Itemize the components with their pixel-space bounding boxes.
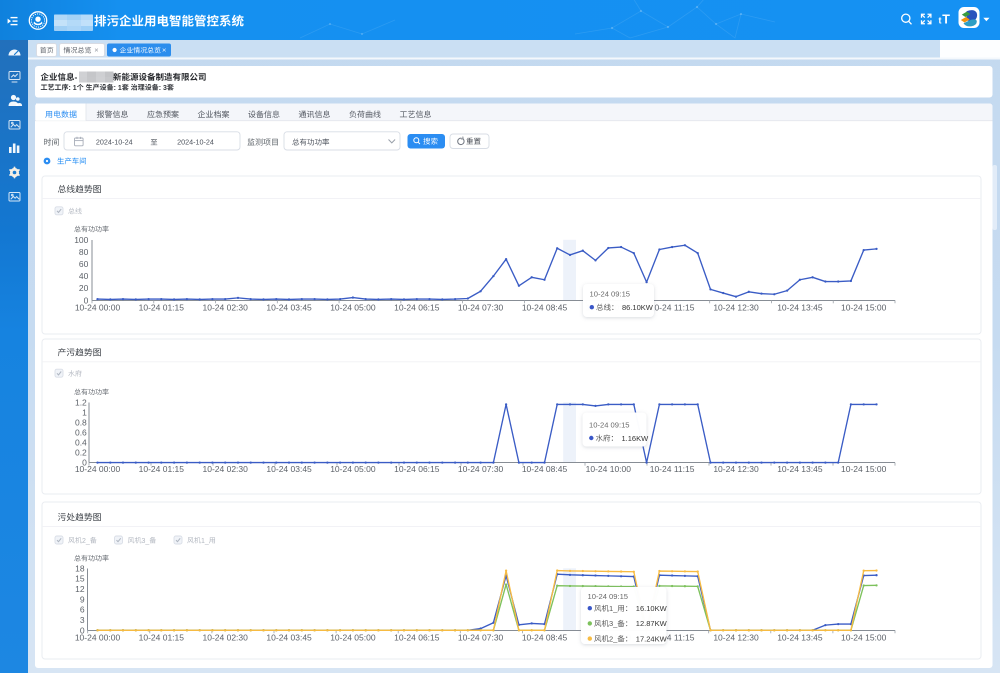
svg-text:10-24 15:00: 10-24 15:00: [841, 464, 887, 474]
svg-text:10-24 13:45: 10-24 13:45: [777, 464, 823, 474]
svg-text:0.4: 0.4: [75, 438, 87, 448]
svg-text:: 1: : 1: [114, 85, 122, 92]
svg-text:10-24 12:30: 10-24 12:30: [713, 632, 759, 642]
svg-text:10-24 06:15: 10-24 06:15: [394, 303, 440, 313]
svg-text:0.8: 0.8: [75, 418, 87, 428]
svg-text:18: 18: [75, 563, 85, 573]
svg-text:10-24 11:15: 10-24 11:15: [650, 303, 695, 313]
svg-text:10-24 12:30: 10-24 12:30: [713, 303, 759, 313]
svg-text:: 3: : 3: [159, 85, 167, 92]
svg-text:10-24 07:30: 10-24 07:30: [458, 303, 504, 313]
svg-text:10-24 09:15: 10-24 09:15: [589, 420, 630, 429]
svg-text:2_: 2_: [82, 538, 90, 545]
svg-text:10-24 02:30: 10-24 02:30: [203, 303, 249, 313]
svg-text:86.10KW: 86.10KW: [622, 303, 654, 312]
svg-text:10-24 00:00: 10-24 00:00: [75, 632, 121, 642]
svg-text:1.2: 1.2: [75, 397, 87, 407]
svg-text:10-24 00:00: 10-24 00:00: [75, 464, 121, 474]
svg-text:60: 60: [79, 259, 89, 269]
svg-text:10-24 08:45: 10-24 08:45: [522, 464, 568, 474]
svg-text:3_: 3_: [142, 538, 150, 545]
svg-text:10-24 07:30: 10-24 07:30: [458, 632, 504, 642]
svg-text:10-24 08:45: 10-24 08:45: [522, 632, 568, 642]
svg-text:10-24 08:45: 10-24 08:45: [522, 303, 568, 313]
svg-text:10-24 13:45: 10-24 13:45: [777, 632, 823, 642]
svg-text:10-24 02:30: 10-24 02:30: [203, 464, 249, 474]
svg-text:80: 80: [79, 247, 89, 257]
svg-text:10-24 12:30: 10-24 12:30: [713, 464, 759, 474]
svg-text:10-24 00:00: 10-24 00:00: [75, 303, 121, 313]
svg-text:10-24 01:15: 10-24 01:15: [139, 632, 185, 642]
svg-text:10-24 06:15: 10-24 06:15: [394, 464, 440, 474]
svg-text:T: T: [942, 13, 950, 27]
svg-text:40: 40: [79, 271, 89, 281]
svg-text:10-24 15:00: 10-24 15:00: [841, 303, 887, 313]
svg-text:15: 15: [75, 574, 85, 584]
svg-text:t: t: [939, 16, 942, 26]
svg-text:1_: 1_: [609, 604, 618, 613]
svg-text:10-24 11:15: 10-24 11:15: [650, 464, 695, 474]
svg-text:10-24 03:45: 10-24 03:45: [266, 632, 312, 642]
svg-text:3: 3: [80, 615, 85, 625]
svg-text:1.16KW: 1.16KW: [622, 434, 650, 443]
svg-text:10-24 09:15: 10-24 09:15: [588, 592, 629, 601]
svg-text:2_: 2_: [609, 634, 618, 643]
svg-text:3_: 3_: [609, 619, 618, 628]
svg-text:10-24 05:00: 10-24 05:00: [330, 303, 376, 313]
svg-text:×: ×: [162, 46, 166, 55]
svg-text:×: ×: [94, 46, 98, 55]
svg-text:9: 9: [80, 594, 85, 604]
svg-text:12.87KW: 12.87KW: [636, 619, 668, 628]
svg-text:0.2: 0.2: [75, 448, 87, 458]
svg-text:0.6: 0.6: [75, 428, 87, 438]
svg-text:1_: 1_: [201, 538, 209, 545]
svg-text:6: 6: [80, 605, 85, 615]
svg-text:17.24KW: 17.24KW: [636, 634, 668, 643]
svg-text:2024-10-24: 2024-10-24: [177, 138, 214, 147]
svg-text:10-24 03:45: 10-24 03:45: [266, 303, 312, 313]
svg-text:10-24 01:15: 10-24 01:15: [139, 464, 185, 474]
svg-text:1: 1: [82, 407, 87, 417]
svg-text:-: -: [75, 72, 78, 82]
svg-text:10-24 05:00: 10-24 05:00: [330, 632, 376, 642]
svg-text:10-24 10:00: 10-24 10:00: [586, 464, 632, 474]
svg-text:20: 20: [79, 283, 89, 293]
svg-text:12: 12: [75, 584, 85, 594]
svg-text:10-24 07:30: 10-24 07:30: [458, 464, 504, 474]
svg-text:10-24 02:30: 10-24 02:30: [203, 632, 249, 642]
svg-text:100: 100: [74, 235, 88, 245]
svg-text:10-24 01:15: 10-24 01:15: [139, 303, 185, 313]
svg-text:: 1: : 1: [69, 85, 77, 92]
svg-text:10-24 13:45: 10-24 13:45: [777, 303, 823, 313]
svg-text:2024-10-24: 2024-10-24: [96, 138, 133, 147]
svg-text:10-24 03:45: 10-24 03:45: [266, 464, 312, 474]
svg-text:10-24 15:00: 10-24 15:00: [841, 632, 887, 642]
svg-text:10-24 09:15: 10-24 09:15: [590, 290, 631, 299]
svg-text:10-24 06:15: 10-24 06:15: [394, 632, 440, 642]
svg-text:16.10KW: 16.10KW: [636, 604, 668, 613]
